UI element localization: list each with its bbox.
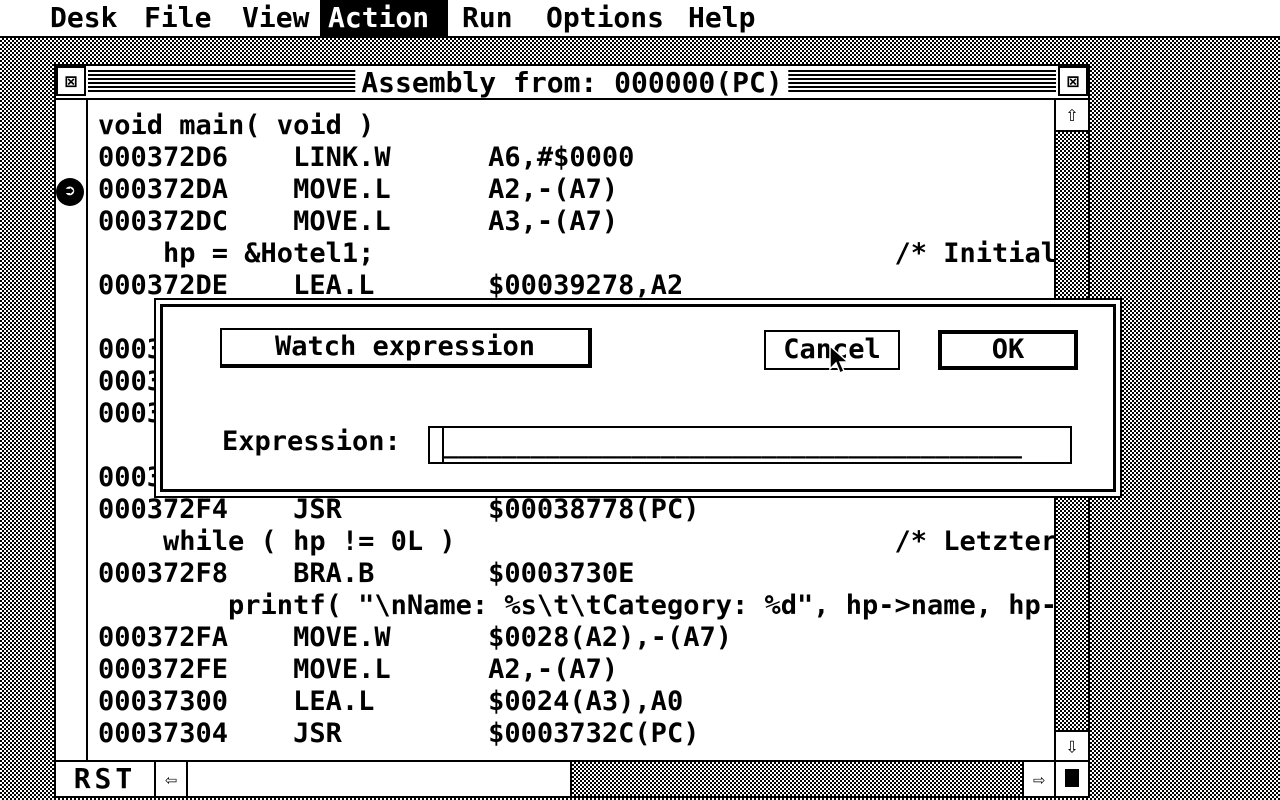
- resize-box-icon[interactable]: [1054, 762, 1088, 796]
- menu-help[interactable]: Help: [680, 0, 763, 36]
- scroll-up-arrow-icon[interactable]: ⇧: [1056, 100, 1088, 132]
- status-label: RST: [56, 762, 156, 796]
- menu-file[interactable]: File: [136, 0, 219, 36]
- expression-label: Expression:: [222, 426, 401, 457]
- pc-marker-icon: ➲: [56, 178, 84, 206]
- horizontal-scroll-track[interactable]: [572, 762, 1022, 796]
- code-line[interactable]: 000372F8 BRA.B $0003730E: [98, 558, 634, 590]
- code-line[interactable]: printf( "\nName: %s\t\tCategory: %d", hp…: [98, 590, 1056, 622]
- window-titlebar[interactable]: Assembly from: 000000(PC) ⊠ ⊠: [56, 66, 1088, 100]
- code-line[interactable]: void main( void ): [98, 110, 374, 142]
- code-line[interactable]: hp = &Hotel1; /* Initialisierung: [98, 238, 1056, 270]
- expression-input[interactable]: [428, 426, 1072, 464]
- ok-button[interactable]: OK: [938, 330, 1078, 370]
- code-line[interactable]: 000372DA MOVE.L A2,-(A7): [98, 174, 618, 206]
- scroll-right-arrow-icon[interactable]: ⇨: [1022, 762, 1054, 796]
- watch-expression-dialog: Watch expression Cancel OK Expression:: [154, 298, 1122, 498]
- menu-options[interactable]: Options: [538, 0, 672, 36]
- dialog-title: Watch expression: [220, 328, 592, 368]
- menu-bar: Desk File View Action Run Options Help: [0, 0, 1280, 38]
- menu-desk[interactable]: Desk: [42, 0, 125, 36]
- menu-action[interactable]: Action: [320, 0, 448, 36]
- close-box-icon[interactable]: ⊠: [56, 66, 86, 96]
- scroll-down-arrow-icon[interactable]: ⇩: [1056, 730, 1088, 762]
- code-line[interactable]: 000372DC MOVE.L A3,-(A7): [98, 206, 618, 238]
- window-title: Assembly from: 000000(PC): [355, 68, 789, 98]
- horizontal-scroll-thumb[interactable]: [188, 762, 572, 796]
- mouse-pointer-icon: [829, 345, 849, 375]
- menu-run[interactable]: Run: [454, 0, 521, 36]
- horizontal-scrollbar[interactable]: ⇦ ⇨: [156, 762, 1054, 796]
- fullsize-box-icon[interactable]: ⊠: [1058, 66, 1088, 96]
- window-bottom-bar: RST ⇦ ⇨: [56, 760, 1088, 796]
- code-line[interactable]: 000372F4 JSR $00038778(PC): [98, 494, 699, 526]
- breakpoint-gutter[interactable]: ➲: [56, 100, 88, 762]
- code-line[interactable]: while ( hp != 0L ) /* Letzter Eintrag: [98, 526, 1056, 558]
- code-line[interactable]: 00037304 JSR $0003732C(PC): [98, 718, 699, 750]
- code-line[interactable]: 00037300 LEA.L $0024(A3),A0: [98, 686, 683, 718]
- menu-view[interactable]: View: [234, 0, 317, 36]
- scroll-left-arrow-icon[interactable]: ⇦: [156, 762, 188, 796]
- code-line[interactable]: 000372D6 LINK.W A6,#$0000: [98, 142, 634, 174]
- text-cursor: [442, 428, 444, 462]
- code-line[interactable]: 000372FE MOVE.L A2,-(A7): [98, 654, 618, 686]
- code-line[interactable]: 000372FA MOVE.W $0028(A2),-(A7): [98, 622, 732, 654]
